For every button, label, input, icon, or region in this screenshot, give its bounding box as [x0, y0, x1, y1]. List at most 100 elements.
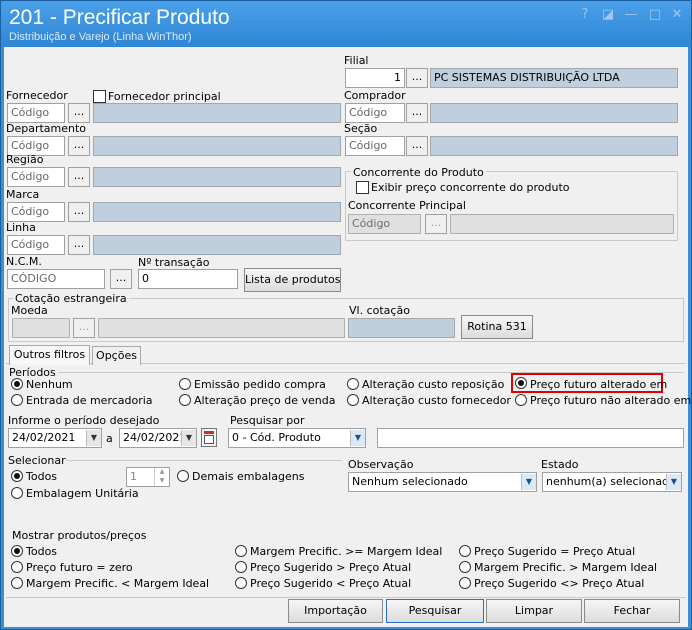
- observacao-select[interactable]: Nenhum selecionado ▼: [348, 472, 537, 492]
- date-to-picker[interactable]: 24/02/2021 ▼: [119, 428, 197, 448]
- chevron-down-icon[interactable]: ▼: [666, 474, 681, 490]
- moeda-label: Moeda: [11, 304, 48, 317]
- fornecedor-label: Fornecedor: [6, 89, 68, 102]
- radio-preco-futuro-nao-alterado[interactable]: [515, 394, 527, 406]
- radio-embalagem-unitaria[interactable]: [11, 487, 23, 499]
- selecionar-divider: [66, 460, 342, 461]
- moeda-code-input[interactable]: [12, 318, 70, 338]
- close-icon[interactable]: ✕: [668, 7, 686, 23]
- radio-sugerido-igual-atual-label: Preço Sugerido = Preço Atual: [474, 545, 636, 558]
- restore-icon[interactable]: ◪: [599, 7, 617, 23]
- radio-todos-embalagens[interactable]: [11, 470, 23, 482]
- radio-mostrar-todos-label: Todos: [26, 545, 58, 558]
- radio-margem-maior-igual-ideal[interactable]: [235, 545, 247, 557]
- radio-mostrar-todos[interactable]: [11, 545, 23, 557]
- window-title: 201 - Precificar Produto: [9, 6, 230, 29]
- fornecedor-search-button[interactable]: ...: [68, 103, 90, 123]
- concorrente-name-field: [450, 214, 674, 234]
- secao-code-input[interactable]: Código: [345, 136, 405, 156]
- ncm-search-button[interactable]: ...: [110, 269, 132, 289]
- departamento-search-button[interactable]: ...: [68, 136, 90, 156]
- secao-search-button[interactable]: ...: [406, 136, 428, 156]
- radio-alteracao-preco-venda[interactable]: [179, 394, 191, 406]
- regiao-code-input[interactable]: Código: [7, 167, 65, 187]
- marca-label: Marca: [6, 188, 40, 201]
- estado-label: Estado: [541, 458, 579, 471]
- vl-cotacao-field: [348, 318, 455, 338]
- regiao-name-field: [93, 167, 341, 187]
- radio-sugerido-maior-atual[interactable]: [235, 561, 247, 573]
- radio-custo-fornecedor-label: Alteração custo fornecedor: [362, 394, 511, 407]
- quantidade-stepper[interactable]: 1 ▲ ▼: [126, 467, 170, 487]
- chevron-down-icon[interactable]: ▼: [86, 430, 101, 446]
- exibir-concorrente-checkbox[interactable]: [356, 181, 369, 194]
- calendar-icon-header: [204, 431, 214, 434]
- radio-demais-embalagens[interactable]: [177, 470, 189, 482]
- radio-preco-futuro-zero[interactable]: [11, 561, 23, 573]
- minimize-icon[interactable]: —: [622, 7, 640, 23]
- radio-entrada-mercadoria[interactable]: [11, 394, 23, 406]
- title-bar: 201 - Precificar Produto Distribuição e …: [1, 1, 691, 47]
- date-from-picker[interactable]: 24/02/2021 ▼: [8, 428, 102, 448]
- radio-entrada-mercadoria-label: Entrada de mercadoria: [26, 394, 153, 407]
- fornecedor-principal-label: Fornecedor principal: [108, 90, 221, 103]
- app-window: 201 - Precificar Produto Distribuição e …: [0, 0, 692, 630]
- help-icon[interactable]: ?: [576, 7, 594, 23]
- transacao-input[interactable]: 0: [138, 269, 238, 289]
- limpar-button[interactable]: Limpar: [486, 599, 582, 623]
- linha-code-input[interactable]: Código: [7, 235, 65, 255]
- linha-search-button[interactable]: ...: [68, 235, 90, 255]
- pesquisar-por-select[interactable]: 0 - Cód. Produto ▼: [228, 428, 366, 448]
- pesquisar-input[interactable]: [377, 428, 684, 448]
- stepper-down-icon[interactable]: ▼: [154, 477, 169, 486]
- concorrente-code-input[interactable]: Código: [348, 214, 421, 234]
- calendar-icon[interactable]: [201, 428, 217, 447]
- moeda-search-button[interactable]: ...: [73, 318, 95, 338]
- radio-preco-futuro-nao-alterado-label: Preço futuro não alterado em: [530, 394, 692, 407]
- regiao-search-button[interactable]: ...: [68, 167, 90, 187]
- tab-outros-filtros[interactable]: Outros filtros: [9, 345, 90, 365]
- marca-search-button[interactable]: ...: [68, 202, 90, 222]
- filial-search-button[interactable]: ...: [406, 68, 428, 88]
- radio-sugerido-menor-atual[interactable]: [235, 577, 247, 589]
- maximize-icon[interactable]: □: [646, 7, 664, 23]
- radio-sugerido-diferente-atual-label: Preço Sugerido <> Preço Atual: [474, 577, 645, 590]
- estado-select[interactable]: nenhum(a) selecionado(a) ▼: [542, 472, 682, 492]
- secao-label: Seção: [344, 122, 378, 135]
- filial-code-input[interactable]: 1: [345, 68, 405, 88]
- secao-name-field: [430, 136, 678, 156]
- radio-margem-maior-igual-ideal-label: Margem Precific. >= Margem Ideal: [250, 545, 443, 558]
- radio-margem-menor-ideal[interactable]: [11, 577, 23, 589]
- chevron-down-icon[interactable]: ▼: [521, 474, 536, 490]
- radio-nenhum-label: Nenhum: [26, 378, 73, 391]
- radio-sugerido-diferente-atual[interactable]: [459, 577, 471, 589]
- comprador-code-input[interactable]: Código: [345, 103, 405, 123]
- lista-produtos-button[interactable]: Lista de produtos: [244, 268, 341, 292]
- concorrente-search-button[interactable]: ...: [425, 214, 447, 234]
- tab-opcoes[interactable]: Opções: [92, 346, 141, 365]
- pesquisar-button[interactable]: Pesquisar: [386, 599, 484, 623]
- radio-custo-reposicao[interactable]: [347, 378, 359, 390]
- importacao-button[interactable]: Importação: [288, 599, 383, 623]
- stepper-up-icon[interactable]: ▲: [154, 468, 169, 477]
- radio-emissao-pedido[interactable]: [179, 378, 191, 390]
- radio-preco-futuro-alterado[interactable]: [515, 377, 527, 389]
- rotina-531-button[interactable]: Rotina 531: [461, 315, 533, 339]
- moeda-name-field: [98, 318, 345, 338]
- comprador-search-button[interactable]: ...: [406, 103, 428, 123]
- radio-margem-maior-ideal[interactable]: [459, 561, 471, 573]
- marca-code-input[interactable]: Código: [7, 202, 65, 222]
- fornecedor-principal-checkbox[interactable]: [93, 90, 106, 103]
- ncm-code-input[interactable]: CÓDIGO: [7, 269, 105, 289]
- window-subtitle: Distribuição e Varejo (Linha WinThor): [9, 31, 192, 43]
- chevron-down-icon[interactable]: ▼: [350, 430, 365, 446]
- radio-custo-fornecedor[interactable]: [347, 394, 359, 406]
- fechar-button[interactable]: Fechar: [584, 599, 680, 623]
- chevron-down-icon[interactable]: ▼: [181, 430, 196, 446]
- radio-sugerido-igual-atual[interactable]: [459, 545, 471, 557]
- radio-preco-futuro-zero-label: Preço futuro = zero: [26, 561, 133, 574]
- marca-name-field: [93, 202, 341, 222]
- radio-nenhum[interactable]: [11, 378, 23, 390]
- quantidade-value: 1: [130, 470, 137, 483]
- fornecedor-code-input[interactable]: Código: [7, 103, 65, 123]
